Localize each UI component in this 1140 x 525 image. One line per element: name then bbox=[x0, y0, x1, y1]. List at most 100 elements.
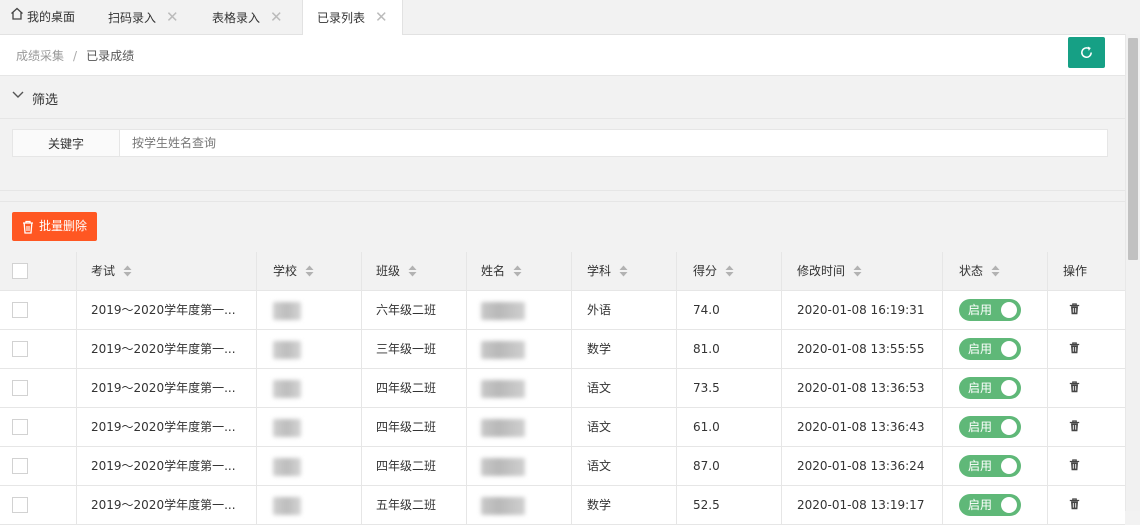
page-header: 成绩采集 / 已录成绩 bbox=[0, 35, 1125, 76]
subject-cell: 数学 bbox=[587, 498, 612, 512]
delete-row-icon[interactable] bbox=[1069, 341, 1080, 354]
status-toggle[interactable]: 启用 bbox=[959, 337, 1021, 360]
keyword-label: 关键字 bbox=[12, 129, 120, 157]
toggle-knob bbox=[1001, 301, 1017, 318]
trash-icon bbox=[23, 220, 33, 234]
column-header-label: 姓名 bbox=[481, 264, 506, 278]
modified-time-cell: 2020-01-08 13:19:17 bbox=[797, 498, 925, 512]
section-divider bbox=[0, 191, 1125, 202]
status-toggle-label: 启用 bbox=[968, 458, 993, 473]
row-checkbox[interactable] bbox=[12, 340, 28, 357]
score-cell: 74.0 bbox=[693, 303, 720, 317]
column-header-label: 得分 bbox=[693, 264, 718, 278]
subject-cell: 数学 bbox=[587, 342, 612, 356]
school-redacted bbox=[273, 496, 301, 515]
status-toggle-label: 启用 bbox=[968, 302, 993, 317]
breadcrumb-current: 已录成绩 bbox=[86, 49, 135, 63]
chevron-down-icon bbox=[12, 91, 24, 98]
sort-icon[interactable] bbox=[408, 265, 417, 277]
column-header-label: 考试 bbox=[91, 264, 116, 278]
status-toggle[interactable]: 启用 bbox=[959, 493, 1021, 516]
breadcrumb-parent[interactable]: 成绩采集 bbox=[16, 49, 64, 63]
table-row: 2019～2020学年度第一... 四年级二班 语文 73.5 2020-01-08 1… bbox=[0, 369, 1125, 408]
column-header-label: 操作 bbox=[1063, 264, 1088, 278]
tab-entered-list[interactable]: 已录列表 ✕ bbox=[302, 0, 403, 35]
row-checkbox[interactable] bbox=[12, 301, 28, 318]
vertical-scrollbar[interactable] bbox=[1125, 34, 1140, 511]
class-cell: 五年级二班 bbox=[376, 498, 437, 512]
column-header-actions: 操作 bbox=[1048, 252, 1125, 291]
class-cell: 四年级二班 bbox=[376, 381, 437, 395]
sort-icon[interactable] bbox=[853, 265, 862, 277]
delete-row-icon[interactable] bbox=[1069, 458, 1080, 471]
table-row: 2019～2020学年度第一... 五年级二班 数学 52.5 2020-01-08 1… bbox=[0, 486, 1125, 525]
column-header-name[interactable]: 姓名 bbox=[467, 252, 572, 291]
status-toggle[interactable]: 启用 bbox=[959, 376, 1021, 399]
modified-time-cell: 2020-01-08 13:55:55 bbox=[797, 342, 925, 356]
status-toggle[interactable]: 启用 bbox=[959, 415, 1021, 438]
column-header-label: 班级 bbox=[376, 264, 401, 278]
subject-cell: 语文 bbox=[587, 459, 612, 473]
exam-cell: 2019～2020学年度第一... bbox=[91, 459, 236, 473]
column-header-label: 修改时间 bbox=[797, 264, 846, 278]
column-header-school[interactable]: 学校 bbox=[257, 252, 362, 291]
row-checkbox[interactable] bbox=[12, 379, 28, 396]
column-header-label: 学校 bbox=[273, 264, 298, 278]
score-cell: 87.0 bbox=[693, 459, 720, 473]
filter-form: 关键字 bbox=[0, 119, 1125, 191]
column-header-status[interactable]: 状态 bbox=[943, 252, 1048, 291]
student-name-redacted bbox=[481, 496, 525, 515]
status-toggle[interactable]: 启用 bbox=[959, 454, 1021, 477]
score-cell: 61.0 bbox=[693, 420, 720, 434]
modified-time-cell: 2020-01-08 13:36:53 bbox=[797, 381, 925, 395]
row-checkbox[interactable] bbox=[12, 457, 28, 474]
toggle-knob bbox=[1001, 340, 1017, 357]
student-name-redacted bbox=[481, 418, 525, 437]
refresh-button[interactable] bbox=[1068, 37, 1105, 68]
school-redacted bbox=[273, 418, 301, 437]
sort-icon[interactable] bbox=[725, 265, 734, 277]
status-toggle[interactable]: 启用 bbox=[959, 298, 1021, 321]
row-checkbox[interactable] bbox=[12, 496, 28, 513]
sort-icon[interactable] bbox=[513, 265, 522, 277]
table-row: 2019～2020学年度第一... 六年级二班 外语 74.0 2020-01-08 1… bbox=[0, 291, 1125, 330]
tab-desktop[interactable]: 我的桌面 bbox=[10, 0, 100, 34]
row-checkbox[interactable] bbox=[12, 418, 28, 435]
modified-time-cell: 2020-01-08 13:36:24 bbox=[797, 459, 925, 473]
column-header-modified-time[interactable]: 修改时间 bbox=[782, 252, 943, 291]
table-header-row: 考试 学校 班级 姓名 学科 得分 修改时间 状态 操作 bbox=[0, 252, 1125, 291]
tab-table-entry[interactable]: 表格录入 ✕ bbox=[212, 0, 302, 34]
exam-cell: 2019～2020学年度第一... bbox=[91, 342, 236, 356]
status-toggle-label: 启用 bbox=[968, 497, 993, 512]
delete-row-icon[interactable] bbox=[1069, 497, 1080, 510]
breadcrumb-separator: / bbox=[73, 49, 78, 63]
school-redacted bbox=[273, 301, 301, 320]
home-icon bbox=[10, 0, 24, 33]
column-header-class[interactable]: 班级 bbox=[362, 252, 467, 291]
column-header-exam[interactable]: 考试 bbox=[77, 252, 257, 291]
column-header-score[interactable]: 得分 bbox=[677, 252, 782, 291]
select-all-checkbox[interactable] bbox=[12, 262, 28, 279]
close-icon[interactable]: ✕ bbox=[166, 8, 179, 26]
keyword-search-input[interactable] bbox=[120, 129, 1108, 157]
close-icon[interactable]: ✕ bbox=[375, 8, 388, 26]
student-name-redacted bbox=[481, 379, 525, 398]
sort-icon[interactable] bbox=[619, 265, 628, 277]
tab-scan-entry[interactable]: 扫码录入 ✕ bbox=[108, 0, 198, 34]
sort-icon[interactable] bbox=[991, 265, 1000, 277]
status-toggle-label: 启用 bbox=[968, 380, 993, 395]
batch-delete-button[interactable]: 批量删除 bbox=[12, 212, 97, 241]
subject-cell: 外语 bbox=[587, 303, 612, 317]
filter-panel-header[interactable]: 筛选 bbox=[0, 76, 1125, 119]
refresh-icon bbox=[1081, 46, 1092, 58]
modified-time-cell: 2020-01-08 16:19:31 bbox=[797, 303, 925, 317]
status-toggle-label: 启用 bbox=[968, 341, 993, 356]
sort-icon[interactable] bbox=[123, 265, 132, 277]
scrollbar-thumb[interactable] bbox=[1128, 38, 1138, 260]
delete-row-icon[interactable] bbox=[1069, 380, 1080, 393]
delete-row-icon[interactable] bbox=[1069, 302, 1080, 315]
close-icon[interactable]: ✕ bbox=[270, 8, 283, 26]
sort-icon[interactable] bbox=[305, 265, 314, 277]
column-header-subject[interactable]: 学科 bbox=[572, 252, 677, 291]
delete-row-icon[interactable] bbox=[1069, 419, 1080, 432]
